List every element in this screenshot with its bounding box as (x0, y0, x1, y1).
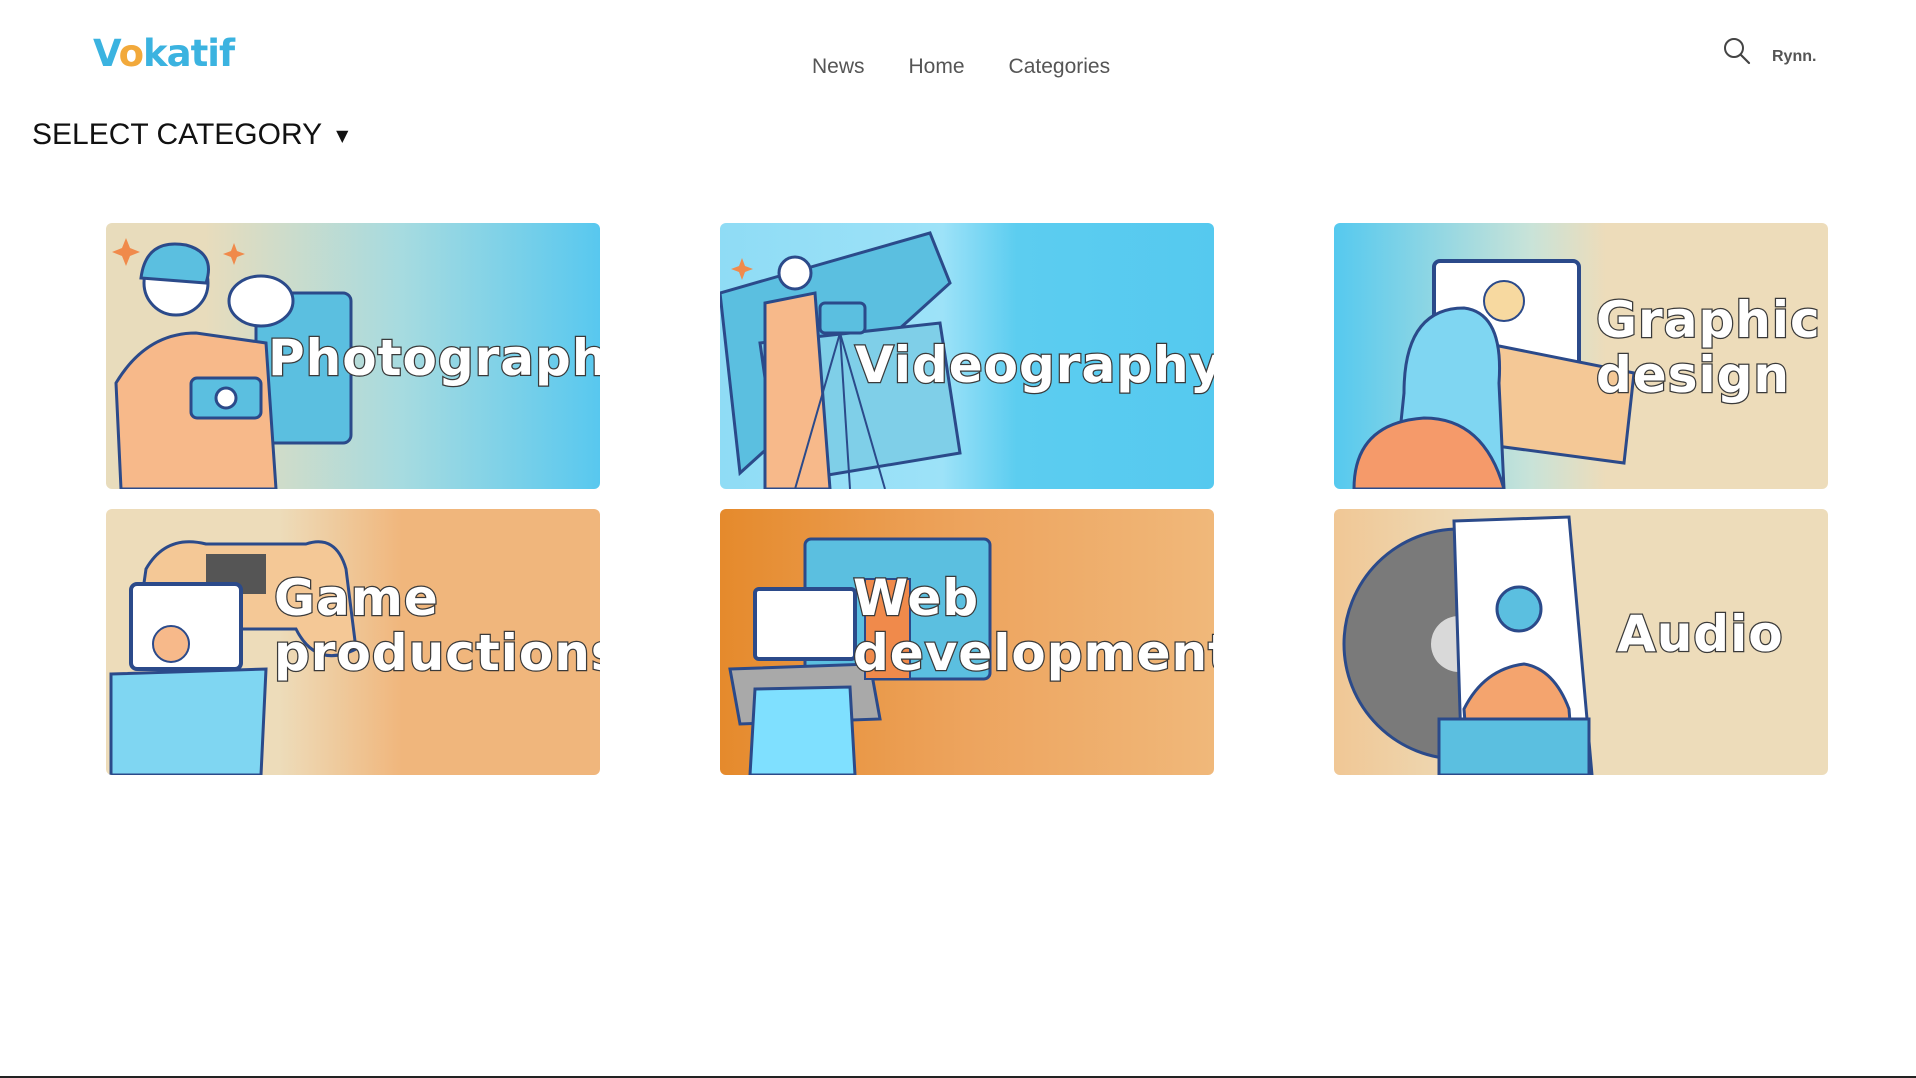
logo-text-1: V (93, 32, 120, 75)
category-card-graphic-design[interactable]: Graphic design (1334, 223, 1828, 489)
category-card-audio[interactable]: Audio (1334, 509, 1828, 775)
select-category-dropdown[interactable]: SELECT CATEGORY ▼ (32, 118, 348, 152)
card-title-line2: productions (273, 624, 600, 682)
nav-categories[interactable]: Categories (1009, 55, 1111, 79)
logo-text-o: o (118, 32, 144, 75)
search-icon[interactable] (1722, 36, 1752, 66)
brand-logo[interactable]: Vokatif (93, 32, 235, 75)
logo-text-2: katif (143, 32, 235, 75)
main-nav: News Home Categories (812, 55, 1110, 79)
card-title-line2: development (852, 624, 1214, 682)
card-title-line1: Game (273, 569, 439, 627)
card-title: Photograph (267, 329, 600, 387)
category-card-web-development[interactable]: Web development (720, 509, 1214, 775)
nav-news[interactable]: News (812, 55, 865, 79)
nav-home[interactable]: Home (909, 55, 965, 79)
card-title-line1: Graphic (1595, 291, 1821, 349)
category-card-videography[interactable]: Videography (720, 223, 1214, 489)
category-card-game-productions[interactable]: Game productions (106, 509, 600, 775)
card-title-line2: design (1595, 346, 1790, 404)
card-title: Audio (1616, 605, 1784, 663)
category-card-photograph[interactable]: Photograph (106, 223, 600, 489)
card-title: Videography (854, 336, 1214, 394)
user-name[interactable]: Rynn. (1772, 48, 1816, 66)
select-category-label: SELECT CATEGORY (32, 118, 323, 151)
card-title-line1: Web (852, 569, 980, 627)
chevron-down-icon: ▼ (336, 125, 349, 145)
